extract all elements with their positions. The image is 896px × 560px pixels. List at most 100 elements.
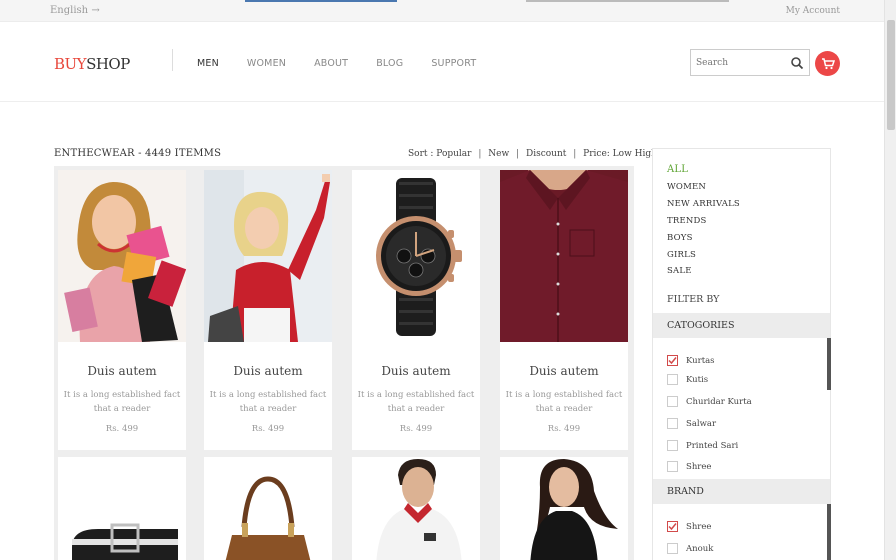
nav-divider — [172, 49, 173, 71]
product-card[interactable] — [352, 457, 480, 560]
filter-option-kurtas[interactable]: Kurtas — [667, 355, 715, 366]
filter-option-label: Kutis — [686, 374, 709, 385]
sort-discount[interactable]: Discount — [526, 149, 566, 159]
sort-separator: | — [478, 149, 482, 159]
nav-men[interactable]: MEN — [197, 58, 219, 69]
checkmark-icon — [668, 357, 677, 365]
product-image-maroon-shirt[interactable] — [500, 170, 628, 342]
listing-title: ENTHECWEAR - 4449 ITEMMS — [54, 148, 222, 159]
product-image-man-polo[interactable] — [352, 457, 480, 560]
sort-separator: | — [516, 149, 520, 159]
category-women[interactable]: WOMEN — [667, 182, 706, 192]
brand-option-shree[interactable]: Shree — [667, 521, 711, 532]
category-new-arrivals[interactable]: NEW ARRIVALS — [667, 199, 740, 209]
brand-option-label: Shree — [686, 521, 712, 532]
checkbox[interactable] — [667, 440, 678, 451]
filter-option-label: Shree — [686, 461, 712, 472]
top-grey-strip — [526, 0, 729, 2]
my-account-link[interactable]: My Account — [786, 6, 840, 16]
category-sale[interactable]: SALE — [667, 266, 692, 276]
search-icon[interactable] — [790, 56, 804, 70]
filter-option-printed-sari[interactable]: Printed Sari — [667, 440, 738, 451]
search-box — [690, 49, 810, 76]
category-trends[interactable]: TRENDS — [667, 216, 707, 226]
nav-women[interactable]: WOMEN — [247, 58, 286, 69]
logo[interactable]: BUYSHOP — [54, 55, 130, 73]
product-card[interactable]: Duis autem It is a long established fact… — [500, 170, 628, 450]
logo-part-shop: SHOP — [86, 55, 130, 73]
checkbox[interactable] — [667, 461, 678, 472]
product-image-woman-red-top[interactable] — [204, 170, 332, 342]
product-description: It is a long established fact that a rea… — [63, 390, 181, 414]
brand-filter-header[interactable]: BRAND — [653, 479, 830, 504]
category-all[interactable]: ALL — [667, 164, 688, 175]
checkbox-checked[interactable] — [667, 521, 678, 532]
product-title[interactable]: Duis autem — [58, 364, 186, 378]
product-image-wristwatch[interactable] — [352, 170, 480, 342]
filter-option-label: Salwar — [686, 418, 717, 429]
filter-option-churidar-kurta[interactable]: Churidar Kurta — [667, 396, 752, 407]
cart-button[interactable] — [815, 51, 840, 76]
scrollbar-thumb[interactable] — [887, 20, 895, 130]
product-grid: Duis autem It is a long established fact… — [54, 166, 634, 560]
language-label: English — [50, 5, 89, 16]
categories-scroll-indicator[interactable] — [827, 338, 831, 390]
product-image-belt[interactable] — [58, 457, 186, 560]
nav-support[interactable]: SUPPORT — [431, 58, 476, 69]
product-image-shopping-woman[interactable] — [58, 170, 186, 342]
product-price: Rs. 499 — [251, 424, 285, 434]
product-price: Rs. 499 — [547, 424, 581, 434]
product-card[interactable] — [500, 457, 628, 560]
product-card[interactable] — [204, 457, 332, 560]
sort-price[interactable]: Price: Low High — [583, 149, 657, 159]
nav-blog[interactable]: BLOG — [376, 58, 403, 69]
product-image-handbag[interactable] — [204, 457, 332, 560]
brand-option-anouk[interactable]: Anouk — [667, 543, 713, 554]
category-boys[interactable]: BOYS — [667, 233, 693, 243]
checkbox[interactable] — [667, 543, 678, 554]
product-description: It is a long established fact that a rea… — [505, 390, 623, 414]
nav-about[interactable]: ABOUT — [314, 58, 348, 69]
filter-option-label: Churidar Kurta — [686, 396, 752, 407]
sort-new[interactable]: New — [488, 149, 509, 159]
product-card[interactable]: Duis autem It is a long established fact… — [58, 170, 186, 450]
search-input[interactable] — [691, 50, 781, 76]
product-price: Rs. 499 — [399, 424, 433, 434]
page-scrollbar[interactable] — [884, 0, 896, 560]
arrow-right-icon: → — [91, 5, 100, 16]
product-card[interactable]: Duis autem It is a long established fact… — [352, 170, 480, 450]
top-bar: English → My Account — [0, 0, 896, 22]
checkbox-checked[interactable] — [667, 355, 678, 366]
main-nav: MEN WOMEN ABOUT BLOG SUPPORT — [197, 58, 504, 69]
language-selector[interactable]: English → — [50, 5, 100, 16]
top-accent-strip — [245, 0, 397, 2]
brand-filter-title: BRAND — [667, 486, 704, 497]
product-card[interactable] — [58, 457, 186, 560]
product-card[interactable]: Duis autem It is a long established fact… — [204, 170, 332, 450]
product-description: It is a long established fact that a rea… — [209, 390, 327, 414]
sort-popular[interactable]: Sort : Popular — [408, 149, 471, 159]
categories-filter-title: CATOGORIES — [667, 320, 735, 331]
filter-option-kutis[interactable]: Kutis — [667, 374, 708, 385]
checkbox[interactable] — [667, 396, 678, 407]
sort-bar: Sort : Popular | New | Discount | Price:… — [408, 149, 657, 159]
sort-separator: | — [573, 149, 577, 159]
checkbox[interactable] — [667, 418, 678, 429]
filter-option-salwar[interactable]: Salwar — [667, 418, 716, 429]
checkbox[interactable] — [667, 374, 678, 385]
site-header: BUYSHOP MEN WOMEN ABOUT BLOG SUPPORT — [0, 22, 884, 102]
category-girls[interactable]: GIRLS — [667, 250, 696, 260]
filter-option-label: Printed Sari — [686, 440, 739, 451]
product-image-woman-black-top[interactable] — [500, 457, 628, 560]
product-title[interactable]: Duis autem — [352, 364, 480, 378]
brand-scroll-indicator[interactable] — [827, 504, 831, 560]
filter-option-shree[interactable]: Shree — [667, 461, 711, 472]
product-title[interactable]: Duis autem — [500, 364, 628, 378]
filter-by-heading: FILTER BY — [667, 294, 720, 305]
categories-filter-header[interactable]: CATOGORIES — [653, 313, 830, 338]
logo-part-buy: BUY — [54, 55, 87, 73]
cart-icon — [821, 57, 835, 69]
product-description: It is a long established fact that a rea… — [357, 390, 475, 414]
product-title[interactable]: Duis autem — [204, 364, 332, 378]
product-price: Rs. 499 — [105, 424, 139, 434]
